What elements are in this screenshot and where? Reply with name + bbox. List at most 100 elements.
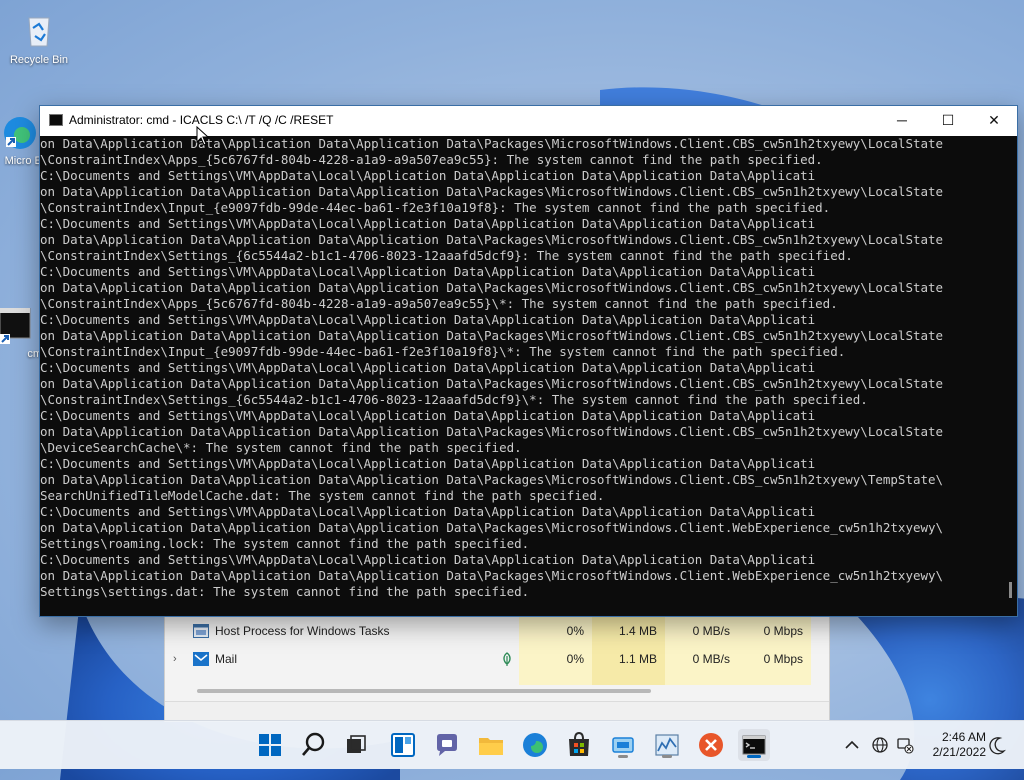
task-view-icon bbox=[347, 735, 366, 753]
edge-icon bbox=[2, 115, 38, 151]
recycle-bin-shortcut[interactable]: Recycle Bin bbox=[4, 10, 74, 66]
store-button[interactable] bbox=[563, 729, 595, 761]
console-line: on Data\Application Data\Application Dat… bbox=[40, 376, 944, 391]
close-button[interactable]: ✕ bbox=[971, 106, 1017, 136]
expand-chevron-icon[interactable]: › bbox=[173, 645, 177, 673]
console-line: C:\Documents and Settings\VM\AppData\Loc… bbox=[40, 312, 816, 327]
cmd-app-icon bbox=[49, 114, 63, 126]
taskbar: 2:46 AM 2/21/2022 bbox=[0, 720, 1024, 769]
console-line: C:\Documents and Settings\VM\AppData\Loc… bbox=[40, 264, 816, 279]
app-button-x[interactable] bbox=[695, 729, 727, 761]
start-button[interactable] bbox=[254, 729, 286, 761]
console-line: C:\Documents and Settings\VM\AppData\Loc… bbox=[40, 552, 816, 567]
windows-logo-icon bbox=[259, 734, 281, 756]
recycle-bin-icon bbox=[19, 10, 59, 50]
chat-icon bbox=[437, 734, 457, 756]
process-cpu: 0% bbox=[566, 652, 584, 666]
clock-date: 2/21/2022 bbox=[932, 745, 986, 759]
process-name: Mail bbox=[215, 652, 238, 666]
cmd-title-bar[interactable]: Administrator: cmd - ICACLS C:\ /T /Q /C… bbox=[40, 106, 1017, 136]
console-line: on Data\Application Data\Application Dat… bbox=[40, 424, 944, 439]
cmd-taskbar-button[interactable] bbox=[738, 729, 770, 761]
show-hidden-icons-button[interactable] bbox=[843, 721, 861, 769]
console-line: C:\Documents and Settings\VM\AppData\Loc… bbox=[40, 216, 816, 231]
edge-browser-icon bbox=[523, 733, 547, 757]
running-indicator bbox=[618, 755, 628, 758]
search-button[interactable] bbox=[298, 729, 330, 761]
globe-icon bbox=[872, 737, 888, 753]
process-memory: 1.4 MB bbox=[618, 624, 657, 638]
running-indicator bbox=[662, 755, 672, 758]
console-line: C:\Documents and Settings\VM\AppData\Loc… bbox=[40, 408, 816, 423]
process-network: 0 Mbps bbox=[763, 624, 803, 638]
store-icon bbox=[569, 731, 589, 756]
process-disk: 0 MB/s bbox=[692, 624, 730, 638]
console-output[interactable]: on Data\Application Data\Application Dat… bbox=[40, 136, 1000, 616]
folder-icon bbox=[479, 738, 503, 755]
edge-button[interactable] bbox=[519, 729, 551, 761]
active-indicator bbox=[747, 755, 761, 758]
app-button-1[interactable] bbox=[607, 729, 639, 761]
task-view-button[interactable] bbox=[340, 729, 372, 761]
mouse-cursor-icon bbox=[196, 126, 210, 146]
horizontal-scrollbar[interactable] bbox=[197, 689, 651, 693]
console-line: \ConstraintIndex\Input_{e9097fdb-99de-44… bbox=[40, 200, 831, 215]
console-line: Settings\roaming.lock: The system cannot… bbox=[40, 536, 530, 551]
console-line: \ConstraintIndex\Apps_{5c6767fd-804b-422… bbox=[40, 296, 838, 311]
file-explorer-button[interactable] bbox=[475, 729, 507, 761]
console-line: \ConstraintIndex\Input_{e9097fdb-99de-44… bbox=[40, 344, 846, 359]
console-line: \ConstraintIndex\Settings_{6c5544a2-b1c1… bbox=[40, 248, 853, 263]
cmd-window[interactable]: Administrator: cmd - ICACLS C:\ /T /Q /C… bbox=[39, 105, 1018, 617]
process-name: Host Process for Windows Tasks bbox=[215, 624, 390, 638]
console-line: on Data\Application Data\Application Dat… bbox=[40, 328, 944, 343]
process-network: 0 Mbps bbox=[763, 652, 803, 666]
notifications-button[interactable] bbox=[988, 721, 1008, 769]
orange-x-icon bbox=[699, 733, 723, 757]
moon-icon bbox=[989, 737, 1006, 755]
process-row[interactable]: › Mail 0% 1.1 MB 0 MB/s 0 Mbps bbox=[165, 645, 829, 673]
console-line: on Data\Application Data\Application Dat… bbox=[40, 184, 944, 199]
console-line: \ConstraintIndex\Settings_{6c5544a2-b1c1… bbox=[40, 392, 868, 407]
status-bar bbox=[165, 701, 829, 722]
process-row[interactable]: Host Process for Windows Tasks 0% 1.4 MB… bbox=[165, 617, 829, 645]
console-line: SearchUnifiedTileModelCache.dat: The sys… bbox=[40, 488, 605, 503]
console-line: on Data\Application Data\Application Dat… bbox=[40, 136, 944, 151]
process-memory: 1.1 MB bbox=[618, 652, 657, 666]
recycle-bin-label: Recycle Bin bbox=[9, 54, 69, 66]
process-window-icon bbox=[193, 624, 209, 638]
cmd-shortcut-icon bbox=[0, 307, 32, 344]
language-button[interactable] bbox=[870, 721, 890, 769]
console-line: on Data\Application Data\Application Dat… bbox=[40, 280, 944, 295]
scrollbar-thumb[interactable] bbox=[1009, 582, 1012, 598]
cmd-shortcut[interactable]: cm bbox=[0, 307, 42, 360]
console-line: on Data\Application Data\Application Dat… bbox=[40, 472, 944, 487]
chevron-up-icon bbox=[845, 740, 859, 749]
cmd-shortcut-label: cm bbox=[27, 348, 42, 360]
leaf-status-icon bbox=[501, 652, 513, 669]
console-line: \DeviceSearchCache\*: The system cannot … bbox=[40, 440, 522, 455]
network-disconnected-icon bbox=[897, 738, 914, 754]
widgets-button[interactable] bbox=[387, 729, 419, 761]
clock[interactable]: 2:46 AM 2/21/2022 bbox=[922, 721, 986, 769]
console-line: C:\Documents and Settings\VM\AppData\Loc… bbox=[40, 168, 816, 183]
console-line: on Data\Application Data\Application Dat… bbox=[40, 568, 944, 583]
process-disk: 0 MB/s bbox=[692, 652, 730, 666]
clock-time: 2:46 AM bbox=[941, 730, 986, 744]
widgets-icon bbox=[391, 733, 415, 757]
maximize-button[interactable]: ☐ bbox=[925, 106, 971, 136]
console-line: C:\Documents and Settings\VM\AppData\Loc… bbox=[40, 504, 816, 519]
task-manager-window[interactable]: Host Process for Windows Tasks 0% 1.4 MB… bbox=[164, 600, 830, 722]
mail-icon bbox=[193, 652, 209, 666]
console-scrollbar[interactable] bbox=[1000, 136, 1017, 616]
task-manager-button[interactable] bbox=[651, 729, 683, 761]
console-line: on Data\Application Data\Application Dat… bbox=[40, 520, 944, 535]
minimize-button[interactable]: ─ bbox=[879, 106, 925, 136]
teams-chat-button[interactable] bbox=[431, 729, 463, 761]
search-icon bbox=[302, 732, 325, 756]
console-line: \ConstraintIndex\Apps_{5c6767fd-804b-422… bbox=[40, 152, 823, 167]
console-line: C:\Documents and Settings\VM\AppData\Loc… bbox=[40, 360, 816, 375]
console-line: on Data\Application Data\Application Dat… bbox=[40, 232, 944, 247]
console-line: Settings\settings.dat: The system cannot… bbox=[40, 584, 530, 599]
process-cpu: 0% bbox=[566, 624, 584, 638]
network-status-button[interactable] bbox=[895, 721, 915, 769]
